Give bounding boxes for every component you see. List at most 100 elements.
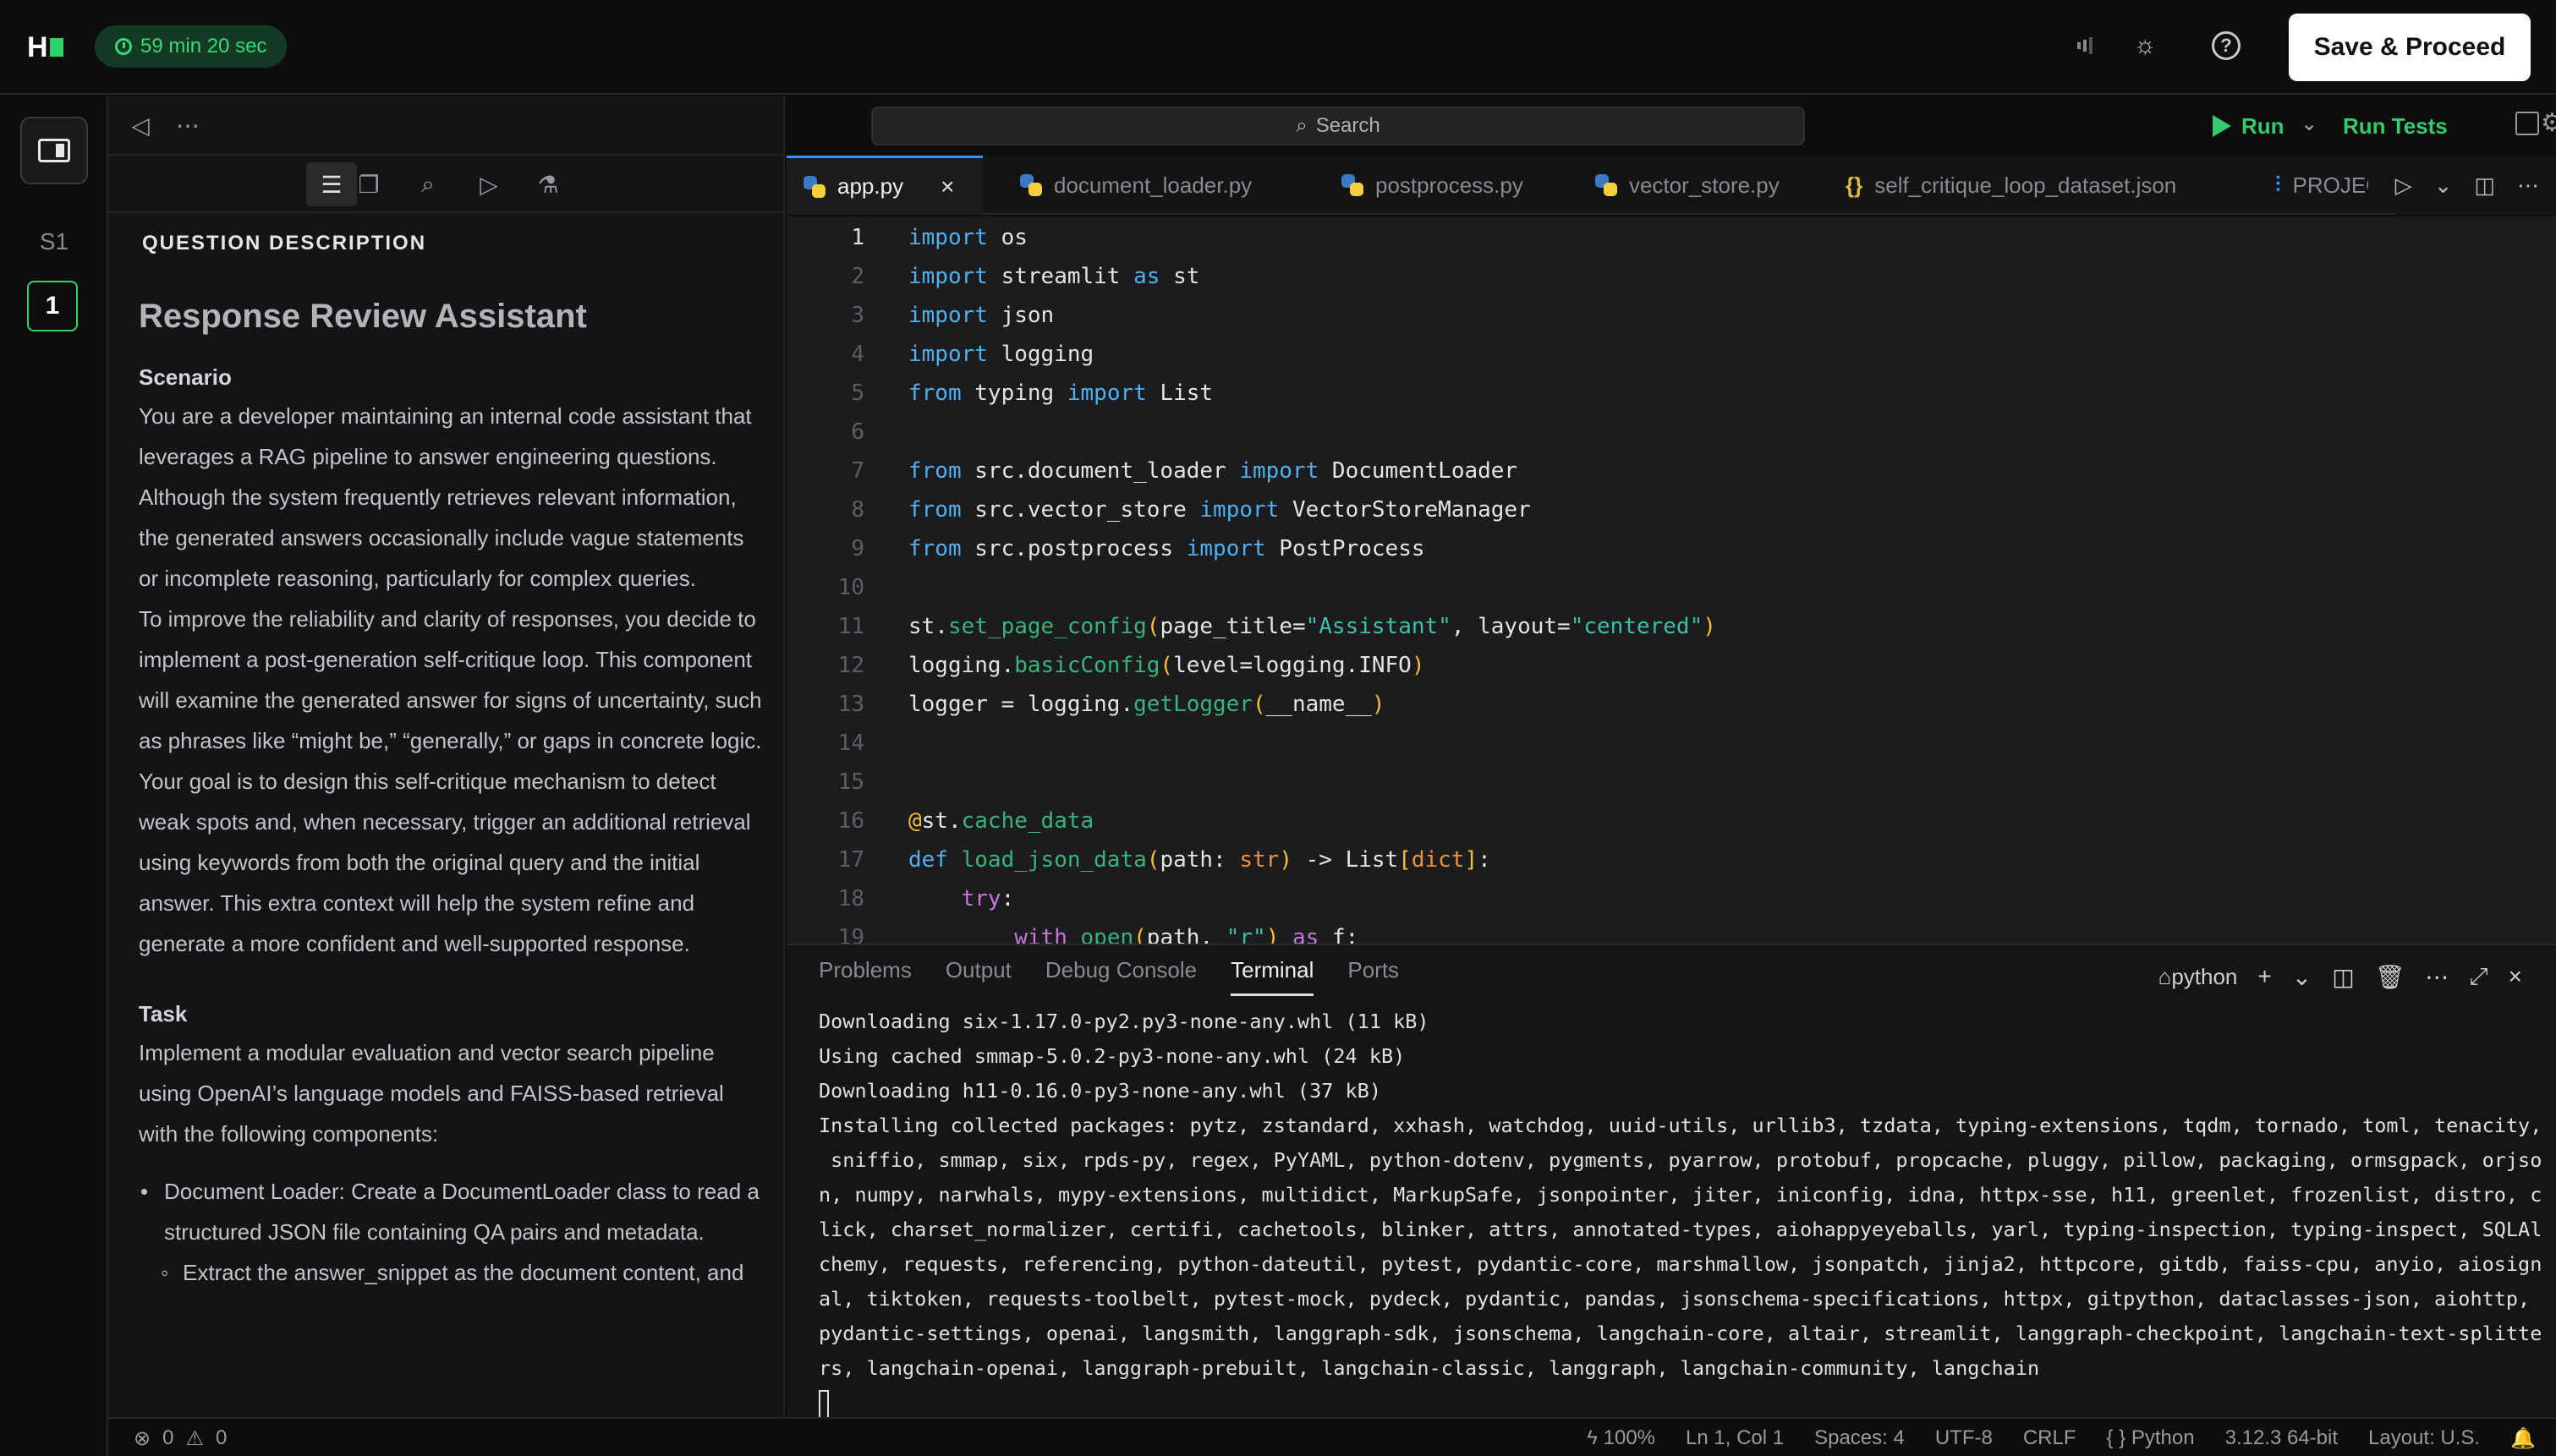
tab-dataset-json[interactable]: {} self_critique_loop_dataset.json (1829, 156, 2176, 215)
line-endings[interactable]: CRLF (2023, 1426, 2076, 1450)
question-title: Response Review Assistant (139, 298, 587, 335)
code-line: 8 from src.vector_store import VectorStor… (851, 497, 1531, 523)
tab-debug-console[interactable]: Debug Console (1045, 957, 1197, 996)
terminal-output[interactable]: Downloading six-1.17.0-py2.py3-none-any.… (819, 1004, 2542, 1420)
terminal-cursor (819, 1389, 829, 1419)
chevron-down-icon[interactable]: ⌄ (2292, 963, 2312, 991)
save-proceed-button[interactable]: Save & Proceed (2289, 14, 2531, 81)
bolt-icon: ϟ (1587, 1426, 1604, 1449)
chevron-down-icon[interactable]: ⌄ (2301, 112, 2317, 136)
panel-toggle-button[interactable] (20, 117, 88, 184)
more-options-icon[interactable]: ⋯ (171, 108, 205, 142)
code-line: 16 @st.cache_data (837, 808, 1094, 834)
theme-toggle-icon[interactable]: ☼ (2128, 29, 2162, 63)
tab-document-loader[interactable]: document_loader.py (1003, 156, 1252, 215)
code-line: 1 import os (851, 225, 1028, 250)
tab-problems[interactable]: Problems (819, 957, 912, 996)
search-icon: ⌕ (1296, 114, 1308, 137)
gear-icon[interactable]: ⚙ (2541, 108, 2556, 138)
code-line: 4 import logging (851, 342, 1094, 367)
cursor-position[interactable]: Ln 1, Col 1 (1686, 1426, 1784, 1450)
keyboard-layout[interactable]: Layout: U.S. (2368, 1426, 2480, 1450)
warning-icon: ⚠ (185, 1426, 204, 1450)
add-terminal-icon[interactable]: + (2257, 963, 2271, 990)
layout-icon[interactable] (2515, 112, 2539, 135)
sidebar-toggle-icon (38, 139, 70, 162)
tab-ports[interactable]: Ports (1347, 957, 1399, 996)
status-bar: ⊗ 0 ⚠ 0 ϟ 100% Ln 1, Col 1 Spaces: 4 UTF… (108, 1417, 2556, 1456)
run-label: Run (2241, 112, 2284, 139)
python-icon (1020, 174, 1042, 196)
list-item: Document Loader: Create a DocumentLoader… (140, 1171, 765, 1252)
tab-output[interactable]: Output (946, 957, 1012, 996)
more-actions-icon[interactable]: ⋯ (2425, 963, 2449, 991)
bell-icon[interactable]: 🔔 (2510, 1426, 2536, 1451)
search-tab-icon[interactable]: ⌕ (403, 162, 453, 206)
code-line: 18 try: (837, 886, 1015, 911)
question-number-button[interactable]: 1 (27, 281, 78, 331)
close-icon[interactable]: × (2509, 963, 2522, 990)
code-line: 5 from typing import List (851, 380, 1214, 406)
terminal-line: Downloading h11-0.16.0-py3-none-any.whl … (819, 1079, 1381, 1103)
tab-actions: ▷ ⌄ ◫ ⋯ (2394, 156, 2556, 215)
tab-postprocess[interactable]: postprocess.py (1325, 156, 1523, 215)
terminal-line: lick, charset_normalizer, certifi, cache… (819, 1218, 2542, 1241)
close-icon[interactable]: × (941, 173, 954, 200)
split-terminal-icon[interactable]: ◫ (2332, 963, 2354, 991)
help-icon[interactable]: ? (2209, 29, 2243, 63)
run-tests-button[interactable]: Run Tests (2343, 107, 2448, 145)
terminal-line: al, tiktoken, requests-toolbelt, pytest-… (819, 1287, 2531, 1311)
run-file-icon[interactable]: ▷ (2395, 172, 2412, 199)
tab-project[interactable]: ⫶ PROJEC (2258, 156, 2368, 215)
split-editor-icon[interactable]: ◫ (2474, 172, 2495, 199)
code-editor[interactable]: 1 import os 2 import streamlit as st 3 impo… (787, 216, 2556, 944)
terminal-panel: Problems Output Debug Console Terminal P… (787, 944, 2556, 1420)
tab-vector-store[interactable]: vector_store.py (1578, 156, 1780, 215)
json-icon: {} (1846, 172, 1863, 198)
code-line: 9 from src.postprocess import PostProcess (851, 536, 1425, 561)
signal-icon[interactable] (2069, 29, 2103, 63)
encoding[interactable]: UTF-8 (1935, 1426, 1993, 1450)
language-label: Python (2131, 1426, 2195, 1449)
trash-icon[interactable]: 🗑 (2375, 963, 2405, 991)
zoom-indicator[interactable]: ϟ 100% (1587, 1426, 1655, 1450)
play-icon (2213, 115, 2231, 137)
code-line: 10 (837, 575, 864, 600)
editor-toolbar: ⌕ Search Run ⌄ Run Tests ⚙ (787, 96, 2556, 156)
indentation[interactable]: Spaces: 4 (1814, 1426, 1905, 1450)
terminal-line: sniffio, smmap, six, rpds-py, regex, PyY… (819, 1148, 2542, 1172)
code-line: 3 import json (851, 303, 1055, 328)
timer-badge: 59 min 20 sec (95, 25, 288, 68)
warning-count: 0 (215, 1426, 228, 1449)
error-count: 0 (162, 1426, 174, 1449)
task-label: Task (139, 1001, 188, 1026)
question-heading: QUESTION DESCRIPTION (142, 232, 427, 255)
maximize-icon[interactable]: ⤢ (2469, 963, 2487, 991)
run-debug-tab-icon[interactable]: ▷ (463, 162, 514, 206)
scenario-paragraph-1: You are a developer maintaining an inter… (139, 403, 752, 591)
logo-square-icon (49, 38, 63, 57)
code-line: 6 (851, 419, 864, 445)
question-panel: ◁ ⋯ ☰ ❐ ⌕ ▷ ⚗ QUESTION DESCRIPTION Respo… (108, 96, 785, 1417)
scenario-label: Scenario (139, 364, 232, 390)
interpreter-version[interactable]: 3.12.3 64-bit (2225, 1426, 2338, 1450)
shell-selector[interactable]: ⌂python (2158, 964, 2238, 990)
tab-terminal[interactable]: Terminal (1231, 957, 1314, 996)
run-button[interactable]: Run (2213, 107, 2284, 145)
files-tab-icon[interactable]: ❐ (343, 162, 394, 206)
problems-indicator[interactable]: ⊗ 0 ⚠ 0 (134, 1419, 227, 1456)
more-actions-icon[interactable]: ⋯ (2517, 172, 2539, 199)
tests-tab-icon[interactable]: ⚗ (523, 162, 573, 206)
collapse-panel-icon[interactable]: ◁ (123, 108, 157, 142)
tab-label: app.py (837, 173, 904, 199)
tab-app-py[interactable]: app.py × (787, 156, 983, 215)
tab-label: vector_store.py (1629, 172, 1780, 198)
language-mode[interactable]: { } Python (2107, 1426, 2195, 1450)
terminal-line: Installing collected packages: pytz, zst… (819, 1114, 2542, 1137)
search-input[interactable]: ⌕ Search (871, 107, 1805, 145)
chevron-down-icon[interactable]: ⌄ (2434, 172, 2453, 199)
shell-label: python (2171, 963, 2238, 989)
status-right: ϟ 100% Ln 1, Col 1 Spaces: 4 UTF-8 CRLF … (1587, 1419, 2536, 1456)
python-icon (1595, 174, 1617, 196)
question-rail: S1 1 (0, 96, 108, 1456)
